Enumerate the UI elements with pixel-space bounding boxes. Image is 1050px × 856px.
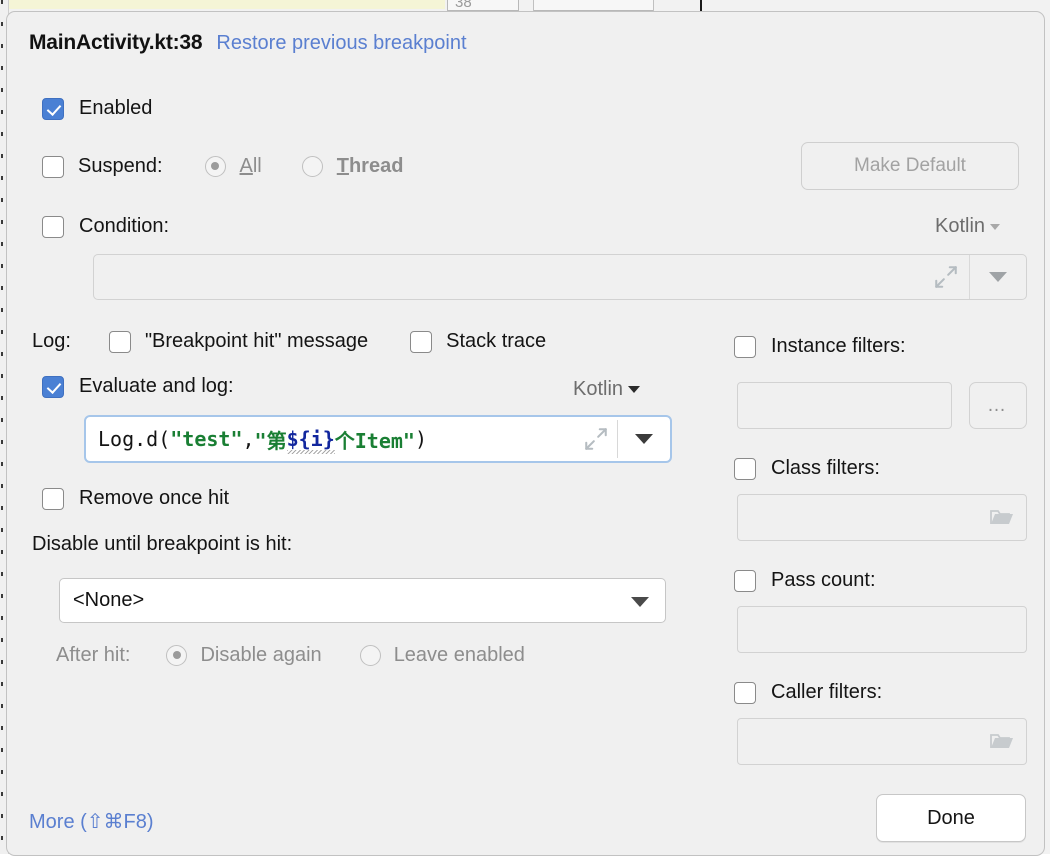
condition-row[interactable]: Condition: bbox=[42, 215, 169, 238]
editor-chevron-left bbox=[533, 0, 563, 11]
pass-count-checkbox[interactable] bbox=[734, 569, 756, 592]
pass-count-row[interactable]: Pass count: bbox=[734, 569, 876, 592]
enabled-checkbox[interactable] bbox=[42, 97, 64, 120]
suspend-row[interactable]: Suspend: All Thread bbox=[42, 155, 403, 178]
editor-highlighted-line bbox=[0, 0, 445, 9]
condition-checkbox[interactable] bbox=[42, 215, 64, 238]
chevron-down-icon bbox=[628, 386, 641, 393]
stack-trace-checkbox[interactable] bbox=[410, 330, 433, 353]
enabled-row[interactable]: Enabled bbox=[42, 97, 152, 120]
after-hit-row: After hit: Disable again Leave enabled bbox=[56, 644, 525, 667]
class-filters-row[interactable]: Class filters: bbox=[734, 457, 880, 480]
suspend-checkbox[interactable] bbox=[42, 155, 64, 178]
class-filters-input[interactable] bbox=[737, 494, 1027, 541]
pass-count-label: Pass count: bbox=[771, 569, 876, 591]
evaluate-language-label: Kotlin bbox=[573, 378, 624, 400]
expand-diagonal-icon[interactable] bbox=[933, 264, 959, 290]
breakpoint-settings-dialog: MainActivity.kt:38 Restore previous brea… bbox=[6, 11, 1045, 856]
evaluate-and-log-checkbox[interactable] bbox=[42, 375, 64, 398]
instance-filters-row[interactable]: Instance filters: bbox=[734, 335, 906, 358]
caller-filters-checkbox[interactable] bbox=[734, 681, 756, 704]
more-options-link[interactable]: More (⇧⌘F8) bbox=[29, 809, 154, 834]
condition-expression-field[interactable] bbox=[93, 254, 1027, 300]
folder-icon[interactable] bbox=[990, 507, 1014, 529]
condition-language-label: Kotlin bbox=[935, 215, 986, 237]
make-default-button[interactable]: Make Default bbox=[801, 142, 1019, 190]
suspend-label: Suspend: bbox=[78, 155, 163, 177]
disable-until-selected-value: <None> bbox=[73, 589, 145, 611]
remove-once-hit-checkbox[interactable] bbox=[42, 487, 64, 510]
remove-once-hit-row[interactable]: Remove once hit bbox=[42, 487, 229, 510]
editor-caret bbox=[700, 0, 702, 11]
after-hit-label: After hit: bbox=[56, 644, 131, 666]
after-hit-disable-again-radio[interactable] bbox=[166, 645, 188, 666]
evaluate-and-log-code[interactable]: Log.d("test", "第 ${i} 个Item") bbox=[86, 417, 583, 461]
instance-filters-checkbox[interactable] bbox=[734, 335, 756, 358]
after-hit-leave-enabled-label: Leave enabled bbox=[393, 644, 525, 666]
disable-until-dropdown[interactable]: <None> bbox=[59, 578, 666, 623]
enabled-label: Enabled bbox=[79, 97, 153, 119]
chevron-down-icon bbox=[990, 223, 1001, 230]
folder-icon[interactable] bbox=[990, 731, 1014, 753]
expand-diagonal-icon[interactable] bbox=[583, 426, 609, 452]
chevron-down-icon bbox=[635, 434, 653, 444]
dialog-header: MainActivity.kt:38 Restore previous brea… bbox=[29, 31, 467, 55]
done-button[interactable]: Done bbox=[876, 794, 1026, 842]
evaluate-and-log-label: Evaluate and log: bbox=[79, 375, 234, 397]
condition-label: Condition: bbox=[79, 215, 170, 237]
pass-count-input[interactable] bbox=[737, 606, 1027, 653]
condition-input[interactable] bbox=[94, 255, 969, 299]
after-hit-leave-enabled-radio[interactable] bbox=[359, 645, 381, 666]
chevron-down-icon bbox=[989, 272, 1007, 282]
condition-history-dropdown[interactable] bbox=[970, 255, 1026, 299]
caller-filters-input[interactable] bbox=[737, 718, 1027, 765]
breakpoint-title: MainActivity.kt:38 bbox=[29, 31, 203, 54]
suspend-thread-label: Thread bbox=[336, 155, 404, 177]
remove-once-hit-label: Remove once hit bbox=[79, 487, 230, 509]
restore-previous-breakpoint-link[interactable]: Restore previous breakpoint bbox=[216, 32, 466, 55]
after-hit-disable-again-label: Disable again bbox=[200, 644, 322, 666]
evaluate-and-log-expression-field[interactable]: Log.d("test", "第 ${i} 个Item") bbox=[84, 415, 672, 463]
instance-filters-browse-button[interactable]: … bbox=[969, 382, 1027, 429]
breakpoint-hit-message-label: "Breakpoint hit" message bbox=[144, 330, 369, 352]
evaluate-and-log-row[interactable]: Evaluate and log: bbox=[42, 375, 234, 398]
log-label: Log: bbox=[32, 330, 71, 352]
stack-trace-label: Stack trace bbox=[446, 330, 547, 352]
editor-chevron-right bbox=[653, 0, 683, 11]
class-filters-checkbox[interactable] bbox=[734, 457, 756, 480]
instance-filters-label: Instance filters: bbox=[771, 335, 906, 357]
log-row: Log: "Breakpoint hit" message Stack trac… bbox=[32, 330, 546, 353]
suspend-thread-radio[interactable] bbox=[301, 156, 323, 177]
evaluate-history-dropdown[interactable] bbox=[618, 417, 670, 461]
disable-until-label: Disable until breakpoint is hit: bbox=[32, 533, 293, 555]
evaluate-language-selector[interactable]: Kotlin bbox=[573, 378, 641, 401]
editor-line-number: 38 bbox=[455, 0, 472, 11]
suspend-all-label: All bbox=[239, 155, 262, 177]
class-filters-label: Class filters: bbox=[771, 457, 880, 479]
chevron-down-icon bbox=[631, 596, 649, 607]
instance-filters-input[interactable] bbox=[737, 382, 952, 429]
suspend-all-radio[interactable] bbox=[204, 156, 226, 177]
editor-gutter-marks bbox=[1, 0, 3, 854]
caller-filters-row[interactable]: Caller filters: bbox=[734, 681, 882, 704]
condition-language-selector[interactable]: Kotlin bbox=[935, 215, 1001, 238]
caller-filters-label: Caller filters: bbox=[771, 681, 883, 703]
breakpoint-hit-message-checkbox[interactable] bbox=[108, 330, 131, 353]
